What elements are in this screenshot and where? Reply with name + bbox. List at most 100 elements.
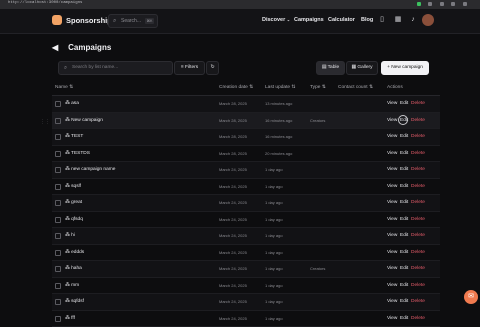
view-button[interactable]: View xyxy=(387,101,397,106)
view-button[interactable]: View xyxy=(387,151,397,156)
view-button[interactable]: View xyxy=(387,250,397,255)
table-row[interactable]: ⁂ New campaignMarch 28, 202516 minutes a… xyxy=(52,113,440,130)
extension-icon[interactable] xyxy=(463,2,467,6)
header-contact-count[interactable]: Contact count ⇅ xyxy=(338,85,373,90)
campaign-name[interactable]: ⁂ mm xyxy=(65,283,79,288)
edit-button[interactable]: Edit xyxy=(400,200,408,205)
table-row[interactable]: ⁂ greatMarch 24, 20251 day agoViewEditDe… xyxy=(52,195,440,212)
view-button[interactable]: View xyxy=(387,167,397,172)
table-row[interactable]: ⁂ sqfdsfMarch 24, 20251 day agoViewEditD… xyxy=(52,294,440,311)
bell-icon[interactable]: ♪ xyxy=(409,16,417,24)
brand-name[interactable]: Sponsorship xyxy=(66,16,112,25)
delete-button[interactable]: Delete xyxy=(411,316,425,321)
campaign-name[interactable]: ⁂ sqfdsf xyxy=(65,299,84,304)
edit-button[interactable]: Edit xyxy=(400,316,408,321)
row-checkbox[interactable] xyxy=(55,184,61,190)
row-checkbox[interactable] xyxy=(55,200,61,206)
row-checkbox[interactable] xyxy=(55,316,61,322)
brand-logo-icon[interactable] xyxy=(52,15,62,25)
edit-button[interactable]: Edit xyxy=(400,233,408,238)
row-checkbox[interactable] xyxy=(55,217,61,223)
edit-button[interactable]: Edit xyxy=(400,217,408,222)
list-filter-input[interactable]: ⌕ Search by list name... xyxy=(58,61,173,75)
row-checkbox[interactable] xyxy=(55,167,61,173)
delete-button[interactable]: Delete xyxy=(411,266,425,271)
delete-button[interactable]: Delete xyxy=(411,299,425,304)
edit-button[interactable]: Edit xyxy=(400,283,408,288)
row-checkbox[interactable] xyxy=(55,299,61,305)
view-button[interactable]: View xyxy=(387,118,397,123)
delete-button[interactable]: Delete xyxy=(411,184,425,189)
row-checkbox[interactable] xyxy=(55,151,61,157)
edit-button[interactable]: Edit xyxy=(400,101,408,106)
table-row[interactable]: ⁂ qfsdqMarch 24, 20251 day agoViewEditDe… xyxy=(52,212,440,229)
row-checkbox[interactable] xyxy=(55,283,61,289)
view-button[interactable]: View xyxy=(387,233,397,238)
drag-handle-icon[interactable]: ⋮⋮ xyxy=(40,119,50,125)
delete-button[interactable]: Delete xyxy=(411,134,425,139)
delete-button[interactable]: Delete xyxy=(411,217,425,222)
nav-blog[interactable]: Blog xyxy=(361,17,373,23)
dashboard-icon[interactable]: ▦ xyxy=(394,16,402,24)
extension-icon[interactable] xyxy=(417,2,421,6)
edit-button[interactable]: Edit xyxy=(400,151,408,156)
row-checkbox[interactable] xyxy=(55,233,61,239)
reset-button[interactable]: ↻ xyxy=(206,61,219,75)
edit-button[interactable]: Edit xyxy=(400,266,408,271)
delete-button[interactable]: Delete xyxy=(411,167,425,172)
view-button[interactable]: View xyxy=(387,266,397,271)
edit-button[interactable]: Edit xyxy=(400,299,408,304)
filters-button[interactable]: ≡ Filters xyxy=(174,61,205,75)
campaign-name[interactable]: ⁂ TESTDS xyxy=(65,151,90,156)
view-button[interactable]: View xyxy=(387,134,397,139)
table-row[interactable]: ⁂ mmMarch 24, 20251 day agoViewEditDelet… xyxy=(52,278,440,295)
edit-button[interactable]: Edit xyxy=(400,134,408,139)
delete-button[interactable]: Delete xyxy=(411,283,425,288)
row-checkbox[interactable] xyxy=(55,101,61,107)
row-checkbox[interactable] xyxy=(55,118,61,124)
new-campaign-button[interactable]: + New campaign xyxy=(381,61,429,75)
table-view-button[interactable]: ▤ Table xyxy=(316,61,345,75)
edit-button[interactable]: Edit xyxy=(400,250,408,255)
avatar[interactable] xyxy=(422,14,434,26)
nav-calculator[interactable]: Calculator xyxy=(328,17,355,23)
bookmark-icon[interactable]: ▯ xyxy=(378,16,386,24)
extension-icon[interactable] xyxy=(440,2,444,6)
table-row[interactable]: ⁂ fffMarch 24, 20251 day agoViewEditDele… xyxy=(52,311,440,327)
campaign-name[interactable]: ⁂ haha xyxy=(65,266,82,271)
campaign-name[interactable]: ⁂ great xyxy=(65,200,82,205)
delete-button[interactable]: Delete xyxy=(411,250,425,255)
nav-discover[interactable]: Discover ⌄ xyxy=(262,17,290,23)
campaign-name[interactable]: ⁂ hi xyxy=(65,233,75,238)
header-creation-date[interactable]: Creation date ⇅ xyxy=(219,85,253,90)
view-button[interactable]: View xyxy=(387,200,397,205)
view-button[interactable]: View xyxy=(387,283,397,288)
url-text[interactable]: http://localhost:3000/campaigns xyxy=(8,1,82,5)
delete-button[interactable]: Delete xyxy=(411,233,425,238)
delete-button[interactable]: Delete xyxy=(411,200,425,205)
edit-button[interactable]: Edit xyxy=(400,184,408,189)
table-row[interactable]: ⁂ new campaign nameMarch 24, 20251 day a… xyxy=(52,162,440,179)
header-name[interactable]: Name ⇅ xyxy=(55,85,73,90)
delete-button[interactable]: Delete xyxy=(411,101,425,106)
view-button[interactable]: View xyxy=(387,217,397,222)
table-row[interactable]: ⁂ asaMarch 28, 202513 minutes agoViewEdi… xyxy=(52,96,440,113)
campaign-name[interactable]: ⁂ new campaign name xyxy=(65,167,115,172)
table-row[interactable]: ⁂ sqslfMarch 24, 20251 day agoViewEditDe… xyxy=(52,179,440,196)
table-row[interactable]: ⁂ hiMarch 24, 20251 day agoViewEditDelet… xyxy=(52,228,440,245)
header-last-update[interactable]: Last update ⇅ xyxy=(265,85,295,90)
browser-url-bar[interactable]: http://localhost:3000/campaigns xyxy=(0,0,480,9)
row-checkbox[interactable] xyxy=(55,266,61,272)
delete-button[interactable]: Delete xyxy=(411,118,425,123)
row-checkbox[interactable] xyxy=(55,134,61,140)
global-search[interactable]: ⌕ Search... ⌘K xyxy=(108,14,158,28)
campaign-name[interactable]: ⁂ sqslf xyxy=(65,184,81,189)
table-row[interactable]: ⁂ TESTDSMarch 28, 202520 minutes agoView… xyxy=(52,146,440,163)
campaign-name[interactable]: ⁂ asa xyxy=(65,101,79,106)
extension-icon[interactable] xyxy=(428,2,432,6)
campaign-name[interactable]: ⁂ fff xyxy=(65,316,75,321)
campaign-name[interactable]: ⁂ New campaign xyxy=(65,118,103,123)
campaign-name[interactable]: ⁂ eddds xyxy=(65,250,84,255)
header-type[interactable]: Type ⇅ xyxy=(310,85,326,90)
row-checkbox[interactable] xyxy=(55,250,61,256)
